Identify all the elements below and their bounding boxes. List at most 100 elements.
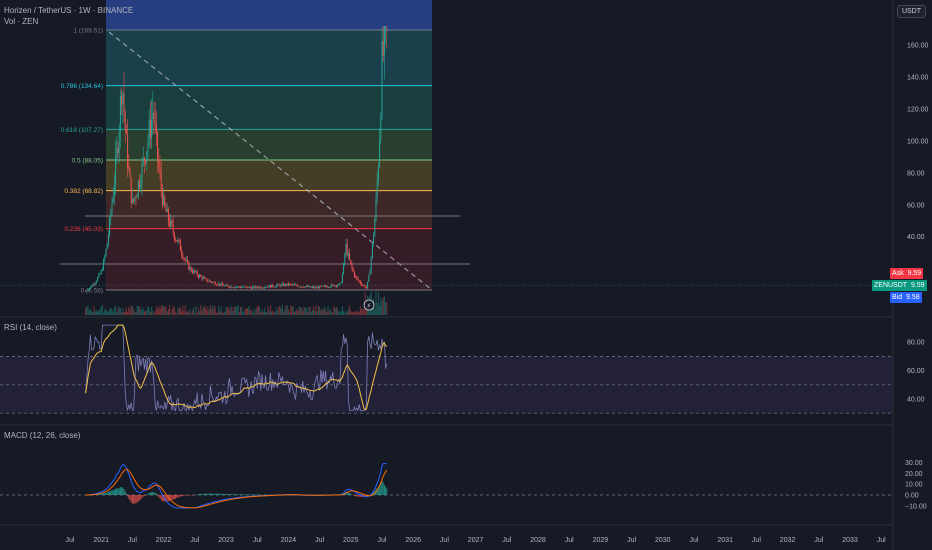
macd-histogram-bar [215, 493, 217, 495]
volume-bar [152, 310, 154, 315]
candle-body [263, 287, 265, 289]
volume-bar [221, 312, 223, 315]
candle-body [124, 112, 126, 130]
volume-bar [111, 308, 113, 315]
volume-bar [159, 308, 161, 315]
volume-bar [176, 312, 178, 315]
candle-body [229, 286, 231, 288]
volume-bar [125, 307, 127, 315]
candle-body [380, 116, 382, 140]
volume-bar [301, 307, 303, 315]
volume-bar [175, 312, 177, 315]
volume-bar [238, 312, 240, 315]
candle-body [112, 196, 114, 203]
time-tick-label: Jul [814, 537, 823, 544]
candle-body [227, 285, 229, 287]
macd-histogram-bar [135, 495, 137, 504]
macd-histogram-bar [206, 493, 208, 495]
volume-bar [122, 308, 124, 315]
macd-histogram-bar [261, 494, 263, 496]
time-tick-label: Jul [66, 537, 75, 544]
volume-bar [316, 311, 318, 315]
candle-body [88, 288, 90, 291]
candle-body [244, 286, 246, 288]
candle-body [167, 208, 169, 222]
candle-body [106, 243, 108, 250]
candle-body [202, 277, 204, 280]
volume-bar [230, 305, 232, 315]
price-tick-label: 160.00 [907, 43, 929, 50]
rsi-tick-label: 60.00 [907, 368, 925, 375]
candle-body [166, 208, 168, 212]
candle-body [140, 184, 142, 188]
candle-body [142, 157, 144, 163]
volume-bar [235, 307, 237, 315]
macd-tick-label: 0.00 [905, 493, 919, 500]
volume-bar [231, 307, 233, 315]
volume-bar [305, 307, 307, 315]
macd-histogram-bar [357, 495, 359, 497]
fib-level-label: 0.786 (134.64) [61, 83, 103, 90]
macd-histogram-bar [352, 495, 354, 496]
macd-histogram-bar [151, 492, 153, 495]
candle-body [182, 254, 184, 259]
volume-bar [137, 306, 139, 315]
volume-bar [147, 305, 149, 315]
volume-bar [265, 312, 267, 315]
candle-body [250, 287, 252, 289]
volume-bar [241, 307, 243, 315]
time-tick-label: 2021 [93, 537, 109, 544]
macd-histogram-bar [239, 494, 241, 495]
volume-bar [131, 305, 133, 315]
volume-bar [112, 311, 114, 315]
price-tick-label: 60.00 [907, 202, 925, 209]
macd-histogram-bar [107, 492, 109, 495]
candle-body [206, 278, 208, 282]
macd-histogram-bar [189, 495, 191, 496]
candle-body [141, 162, 143, 185]
volume-bar [181, 311, 183, 315]
candle-body [377, 166, 379, 182]
candle-body [259, 286, 261, 289]
volume-bar [145, 311, 147, 315]
volume-bar [280, 308, 282, 315]
currency-button[interactable]: USDT [896, 5, 926, 18]
symbol-title: Horizen / TetherUS · 1W · BINANCE [4, 6, 134, 15]
candle-body [345, 244, 347, 255]
price-tick-label: 120.00 [907, 107, 929, 114]
candle-body [255, 286, 257, 289]
candle-body [296, 284, 298, 286]
macd-histogram-bar [188, 495, 190, 496]
volume-bar [121, 312, 123, 315]
macd-histogram-bar [154, 492, 156, 495]
volume-bar [95, 310, 97, 315]
candle-body [344, 254, 346, 264]
volume-bar [155, 306, 157, 315]
macd-histogram-bar [112, 490, 114, 495]
macd-histogram-bar [100, 493, 102, 495]
chart-canvas[interactable]: 1 (169.51) 0.786 (134.64) 0.618 (107.27) 0.… [0, 0, 932, 550]
candle-body [346, 244, 348, 256]
candle-body [221, 283, 223, 286]
macd-histogram-bar [171, 495, 173, 500]
macd-histogram-bar [109, 491, 111, 495]
candle-body [355, 276, 357, 278]
candle-body [236, 286, 238, 288]
candle-body [281, 283, 283, 285]
volume-bar [310, 311, 312, 315]
volume-bar [142, 309, 144, 315]
macd-histogram-bar [257, 494, 259, 496]
rsi-tick-label: 40.00 [907, 397, 925, 404]
volume-bar [139, 306, 141, 315]
candle-body [309, 286, 311, 288]
volume-bar [341, 306, 343, 315]
macd-histogram-bar [122, 487, 124, 495]
volume-bar [130, 305, 132, 315]
volume-bar [295, 311, 297, 315]
macd-histogram-bar [202, 493, 204, 495]
candle-body [385, 26, 387, 27]
macd-histogram-bar [106, 492, 108, 495]
macd-title: MACD (12, 26, close) [4, 431, 81, 440]
volume-bar [116, 312, 118, 315]
volume-bar [148, 308, 150, 315]
